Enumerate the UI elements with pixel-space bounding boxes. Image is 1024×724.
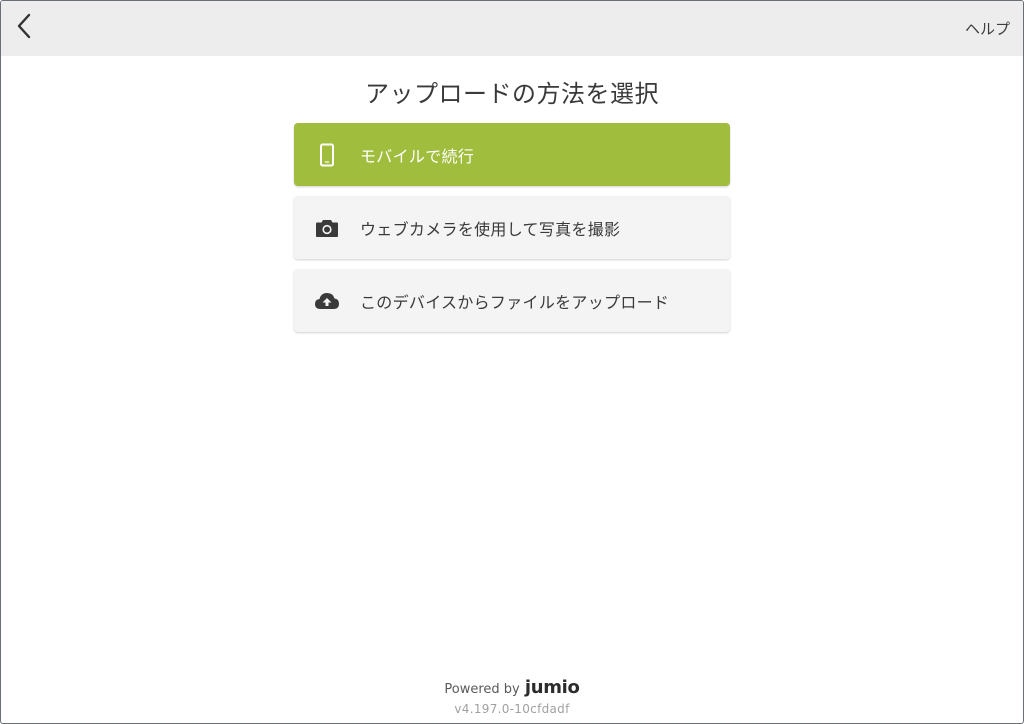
top-bar: ヘルプ — [1, 1, 1023, 56]
chevron-left-icon — [14, 12, 34, 44]
version-text: v4.197.0-10cfdadf — [454, 702, 570, 716]
continue-on-mobile-button[interactable]: モバイルで続行 — [294, 123, 730, 186]
help-link[interactable]: ヘルプ — [965, 18, 1010, 39]
smartphone-icon — [314, 142, 340, 168]
powered-by-text: Powered by — [444, 682, 520, 697]
webcam-photo-button[interactable]: ウェブカメラを使用して写真を撮影 — [294, 196, 730, 259]
option-label: ウェブカメラを使用して写真を撮影 — [360, 219, 621, 239]
cloud-upload-icon — [314, 288, 340, 314]
back-button[interactable] — [7, 9, 41, 47]
camera-icon — [314, 215, 340, 241]
upload-file-button[interactable]: このデバイスからファイルをアップロード — [294, 269, 730, 332]
option-label: モバイルで続行 — [360, 146, 475, 166]
app-window: ヘルプ アップロードの方法を選択 モバイルで続行 ウェブカメラを使用して写真を撮… — [0, 0, 1024, 724]
powered-by: Powered by jumio — [1, 677, 1023, 698]
option-label: このデバイスからファイルをアップロード — [360, 292, 670, 312]
page-title: アップロードの方法を選択 — [365, 80, 659, 108]
jumio-logo: jumio — [524, 677, 580, 698]
footer: Powered by jumio v4.197.0-10cfdadf — [1, 677, 1023, 716]
